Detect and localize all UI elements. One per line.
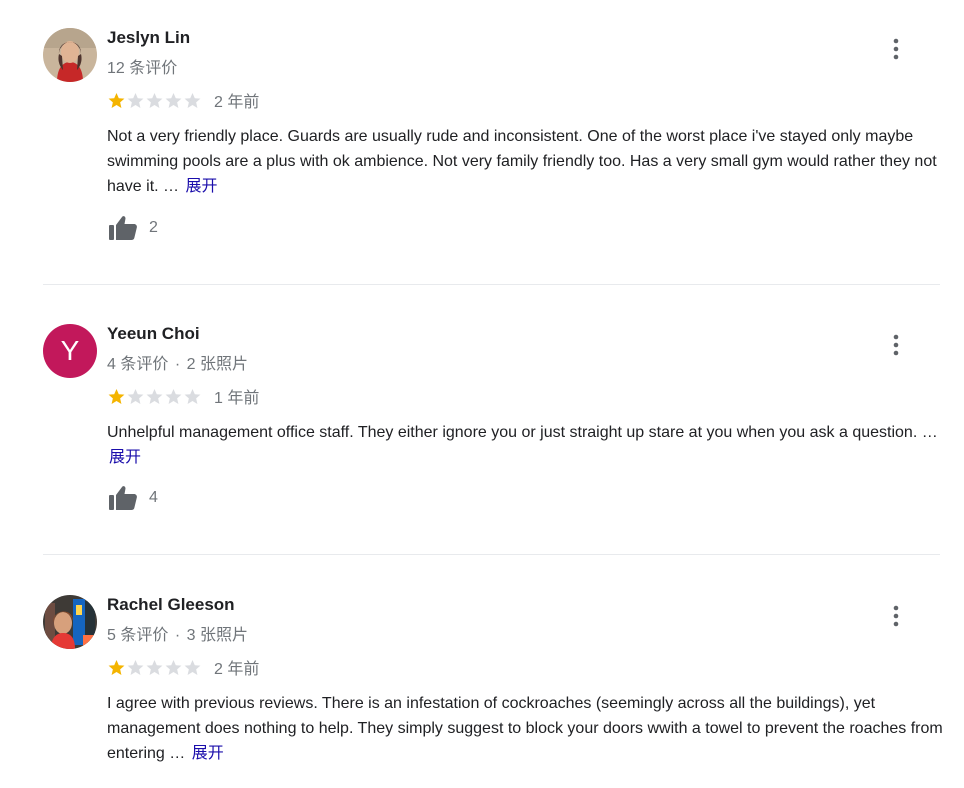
like-count: 2 [149,219,158,236]
star-icon [165,659,182,675]
expand-link[interactable]: 展开 [185,178,217,195]
avatar-photo [43,28,97,82]
divider [43,554,940,555]
star-rating [107,91,202,110]
review-body: I agree with previous reviews. There is … [107,695,943,762]
thumb-up-icon [109,486,137,510]
photo-count: 2 张照片 [186,356,248,373]
star-rating [107,387,202,406]
star-icon [184,388,201,404]
star-icon [108,92,125,108]
review-time: 1 年前 [214,390,260,407]
star-icon [165,388,182,404]
star-icon [108,659,125,675]
author-name[interactable]: Yeeun Choi [107,324,200,344]
author-review-count: 5 条评价 · 3 张照片 [107,621,248,645]
star-icon [108,388,125,404]
review-body: Unhelpful management office staff. They … [107,424,938,441]
review-menu-button[interactable] [884,332,908,358]
review-time: 2 年前 [214,94,260,111]
star-icon [146,388,163,404]
avatar[interactable] [43,28,97,82]
star-icon [127,659,144,675]
review-text: I agree with previous reviews. There is … [107,691,947,766]
review-time: 2 年前 [214,661,260,678]
review-menu-button[interactable] [884,36,908,62]
more-vert-icon [893,605,899,627]
star-icon [146,659,163,675]
meta-separator: · [174,627,181,644]
author-review-count: 4 条评价 · 2 张照片 [107,350,248,374]
review-card: Jeslyn Lin 12 条评价 2 年前 Not a very friend… [0,28,964,258]
star-icon [184,659,201,675]
meta-separator: · [174,356,181,373]
review-card: Y Yeeun Choi 4 条评价 · 2 张照片 1 年前 Unhelpfu… [0,324,964,524]
review-text: Not a very friendly place. Guards are us… [107,124,947,199]
author-name[interactable]: Jeslyn Lin [107,28,190,48]
avatar[interactable]: Y [43,324,97,378]
photo-count: 3 张照片 [186,627,248,644]
star-icon [127,388,144,404]
author-review-count: 12 条评价 [107,54,177,78]
thumb-up-icon [109,216,137,240]
review-count: 12 条评价 [107,60,178,77]
star-icon [127,92,144,108]
star-rating [107,658,202,677]
review-menu-button[interactable] [884,603,908,629]
star-icon [165,92,182,108]
star-icon [184,92,201,108]
expand-link[interactable]: 展开 [109,449,141,466]
star-icon [146,92,163,108]
rating-row: 1 年前 [107,386,260,407]
rating-row: 2 年前 [107,657,260,678]
review-count: 4 条评价 [107,356,169,373]
divider [43,284,940,285]
expand-link[interactable]: 展开 [192,745,224,762]
review-body: Not a very friendly place. Guards are us… [107,128,937,195]
avatar-photo [43,595,97,649]
review-count: 5 条评价 [107,627,169,644]
rating-row: 2 年前 [107,90,260,111]
avatar[interactable] [43,595,97,649]
like-count: 4 [149,489,158,506]
more-vert-icon [893,38,899,60]
more-vert-icon [893,334,899,356]
review-text: Unhelpful management office staff. They … [107,420,947,470]
like-button[interactable]: 4 [107,484,158,512]
author-name[interactable]: Rachel Gleeson [107,595,235,615]
like-button[interactable]: 2 [107,214,158,242]
review-card: Rachel Gleeson 5 条评价 · 3 张照片 2 年前 I agre… [0,595,964,785]
